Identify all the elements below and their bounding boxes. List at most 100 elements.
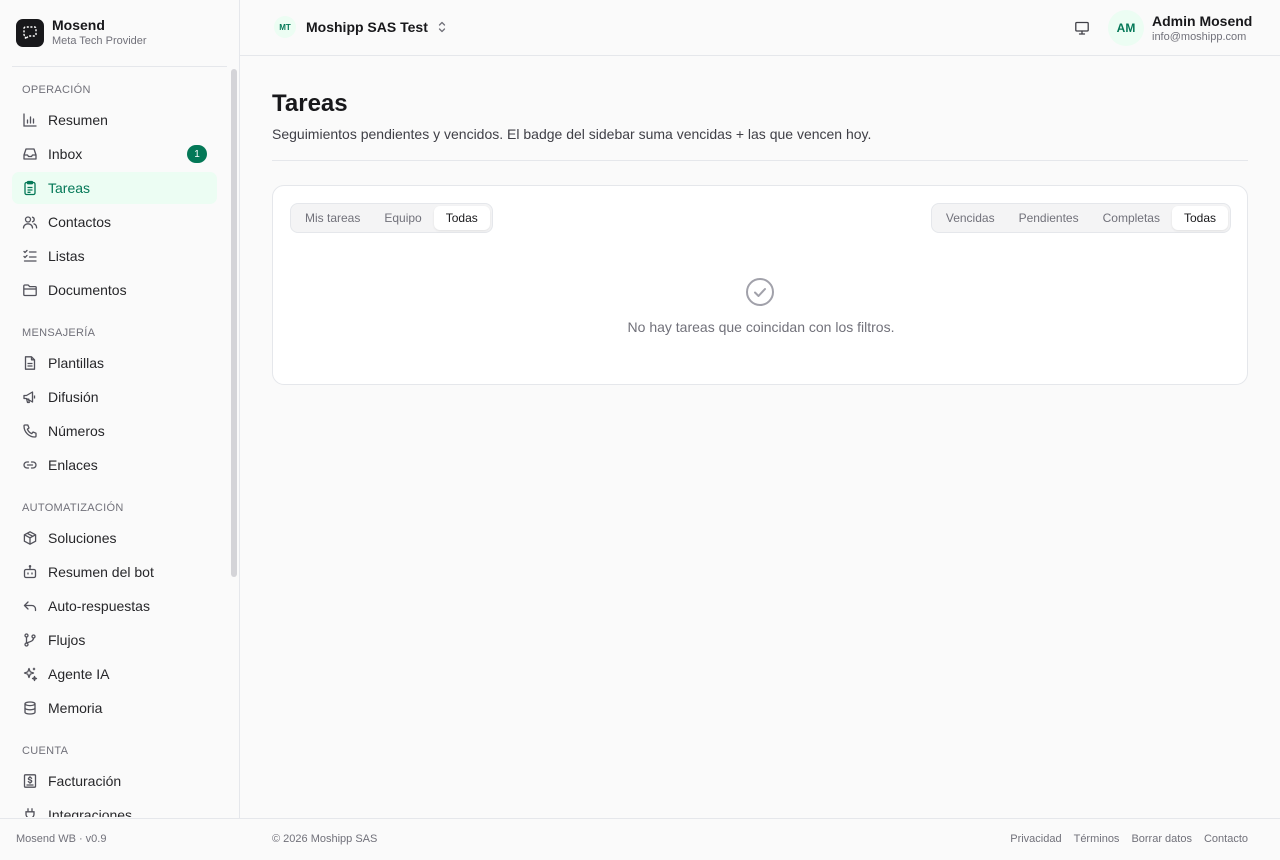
sidebar-item-flujos[interactable]: Flujos <box>12 624 217 656</box>
link-privacidad[interactable]: Privacidad <box>1010 833 1061 845</box>
top-header: MT Moshipp SAS Test AM Admin Mosend info… <box>240 0 1280 56</box>
sidebar-item-facturacion[interactable]: Facturación <box>12 765 217 797</box>
sidebar-scrollbar[interactable] <box>231 69 237 577</box>
sidebar-item-label: Enlaces <box>48 457 98 473</box>
database-icon <box>22 700 38 716</box>
brand-subtitle: Meta Tech Provider <box>52 35 147 47</box>
sidebar-item-label: Contactos <box>48 214 112 230</box>
sidebar-item-resumen-del-bot[interactable]: Resumen del bot <box>12 556 217 588</box>
link-icon <box>22 457 38 473</box>
status-filter: Vencidas Pendientes Completas Todas <box>930 203 1231 233</box>
tab-completas[interactable]: Completas <box>1091 206 1172 230</box>
user-email: info@moshipp.com <box>1152 31 1247 43</box>
page-description: Seguimientos pendientes y vencidos. El b… <box>272 126 872 142</box>
scope-filter: Mis tareas Equipo Todas <box>290 203 493 233</box>
section-label-operacion: OPERACIÓN <box>22 84 91 96</box>
list-checks-icon <box>22 248 38 264</box>
sidebar-item-label: Listas <box>48 248 85 264</box>
sparkles-icon <box>22 666 38 682</box>
link-contacto[interactable]: Contacto <box>1204 833 1248 845</box>
empty-state-message: No hay tareas que coincidan con los filt… <box>627 319 895 335</box>
section-label-cuenta: CUENTA <box>22 745 69 757</box>
sidebar-item-listas[interactable]: Listas <box>12 240 217 272</box>
megaphone-icon <box>22 389 38 405</box>
sidebar-item-numeros[interactable]: Números <box>12 415 217 447</box>
sidebar-item-label: Integraciones <box>48 807 133 817</box>
copyright: © 2026 Moshipp SAS <box>272 833 378 845</box>
user-name: Admin Mosend <box>1152 13 1253 29</box>
sidebar-item-label: Inbox <box>48 146 83 162</box>
divider <box>272 160 1248 161</box>
sidebar-item-label: Números <box>48 423 105 439</box>
sidebar-item-memoria[interactable]: Memoria <box>12 692 217 724</box>
sidebar-item-documentos[interactable]: Documentos <box>12 274 217 306</box>
sidebar-item-plantillas[interactable]: Plantillas <box>12 347 217 379</box>
link-terminos[interactable]: Términos <box>1074 833 1120 845</box>
sidebar-item-label: Facturación <box>48 773 122 789</box>
brand[interactable]: Mosend Meta Tech Provider <box>16 17 147 48</box>
app-version: Mosend WB · v0.9 <box>16 833 107 845</box>
users-icon <box>22 214 38 230</box>
sidebar-item-inbox[interactable]: Inbox 1 <box>12 138 217 170</box>
phone-icon <box>22 423 38 439</box>
sidebar-item-label: Difusión <box>48 389 99 405</box>
monitor-icon[interactable] <box>1072 18 1092 38</box>
sidebar-item-tareas[interactable]: Tareas <box>12 172 217 204</box>
user-avatar[interactable]: AM <box>1108 10 1144 46</box>
clipboard-icon <box>22 180 38 196</box>
section-label-mensajeria: MENSAJERÍA <box>22 327 96 339</box>
sidebar-item-label: Agente IA <box>48 666 110 682</box>
sidebar-item-label: Auto-respuestas <box>48 598 150 614</box>
sidebar-item-integraciones[interactable]: Integraciones <box>12 799 217 817</box>
org-switcher[interactable]: MT Moshipp SAS Test <box>274 16 448 38</box>
check-circle-icon <box>745 277 775 307</box>
page-footer: © 2026 Moshipp SAS Privacidad Términos B… <box>240 818 1280 860</box>
tab-todas-scope[interactable]: Todas <box>433 206 490 230</box>
tab-todas-status[interactable]: Todas <box>1171 206 1228 230</box>
user-info[interactable]: Admin Mosend info@moshipp.com <box>1152 13 1252 44</box>
chat-dashed-icon <box>16 18 44 47</box>
sidebar-item-enlaces[interactable]: Enlaces <box>12 449 217 481</box>
plug-icon <box>22 807 38 817</box>
sidebar-item-resumen[interactable]: Resumen <box>12 104 217 136</box>
bar-chart-icon <box>22 112 38 128</box>
sidebar-item-agente-ia[interactable]: Agente IA <box>12 658 217 690</box>
sidebar-item-label: Resumen <box>48 112 108 128</box>
sidebar-item-label: Memoria <box>48 700 103 716</box>
sidebar-item-label: Resumen del bot <box>48 564 154 580</box>
folder-icon <box>22 282 38 298</box>
sidebar-item-label: Soluciones <box>48 530 117 546</box>
git-branch-icon <box>22 632 38 648</box>
sidebar-item-soluciones[interactable]: Soluciones <box>12 522 217 554</box>
chevron-up-down-icon <box>436 20 448 34</box>
tasks-card: Mis tareas Equipo Todas Vencidas Pendien… <box>272 185 1248 385</box>
sidebar-item-contactos[interactable]: Contactos <box>12 206 217 238</box>
sidebar-item-auto-respuestas[interactable]: Auto-respuestas <box>12 590 217 622</box>
page-title: Tareas <box>272 90 348 117</box>
sidebar-item-label: Tareas <box>48 180 91 196</box>
footer-links: Privacidad Términos Borrar datos Contact… <box>998 833 1248 845</box>
tab-mis-tareas[interactable]: Mis tareas <box>293 206 372 230</box>
tab-vencidas[interactable]: Vencidas <box>934 206 1007 230</box>
inbox-count-badge: 1 <box>187 145 207 163</box>
receipt-icon <box>22 773 38 789</box>
package-icon <box>22 530 38 546</box>
sidebar-item-label: Plantillas <box>48 355 105 371</box>
sidebar-item-label: Documentos <box>48 282 127 298</box>
sidebar-footer: Mosend WB · v0.9 <box>0 818 240 860</box>
org-name: Moshipp SAS Test <box>306 19 428 35</box>
section-label-automatizacion: AUTOMATIZACIÓN <box>22 502 124 514</box>
sidebar-nav: OPERACIÓN Resumen Inbox 1 Tareas Contact… <box>12 67 228 817</box>
brand-name: Mosend <box>52 17 105 33</box>
sidebar-item-difusion[interactable]: Difusión <box>12 381 217 413</box>
sidebar: Mosend Meta Tech Provider OPERACIÓN Resu… <box>0 0 240 860</box>
tab-equipo[interactable]: Equipo <box>372 206 433 230</box>
inbox-icon <box>22 146 38 162</box>
sidebar-item-label: Flujos <box>48 632 86 648</box>
link-borrar-datos[interactable]: Borrar datos <box>1131 833 1192 845</box>
file-text-icon <box>22 355 38 371</box>
bot-icon <box>22 564 38 580</box>
reply-icon <box>22 598 38 614</box>
tab-pendientes[interactable]: Pendientes <box>1007 206 1091 230</box>
org-avatar: MT <box>274 16 296 38</box>
